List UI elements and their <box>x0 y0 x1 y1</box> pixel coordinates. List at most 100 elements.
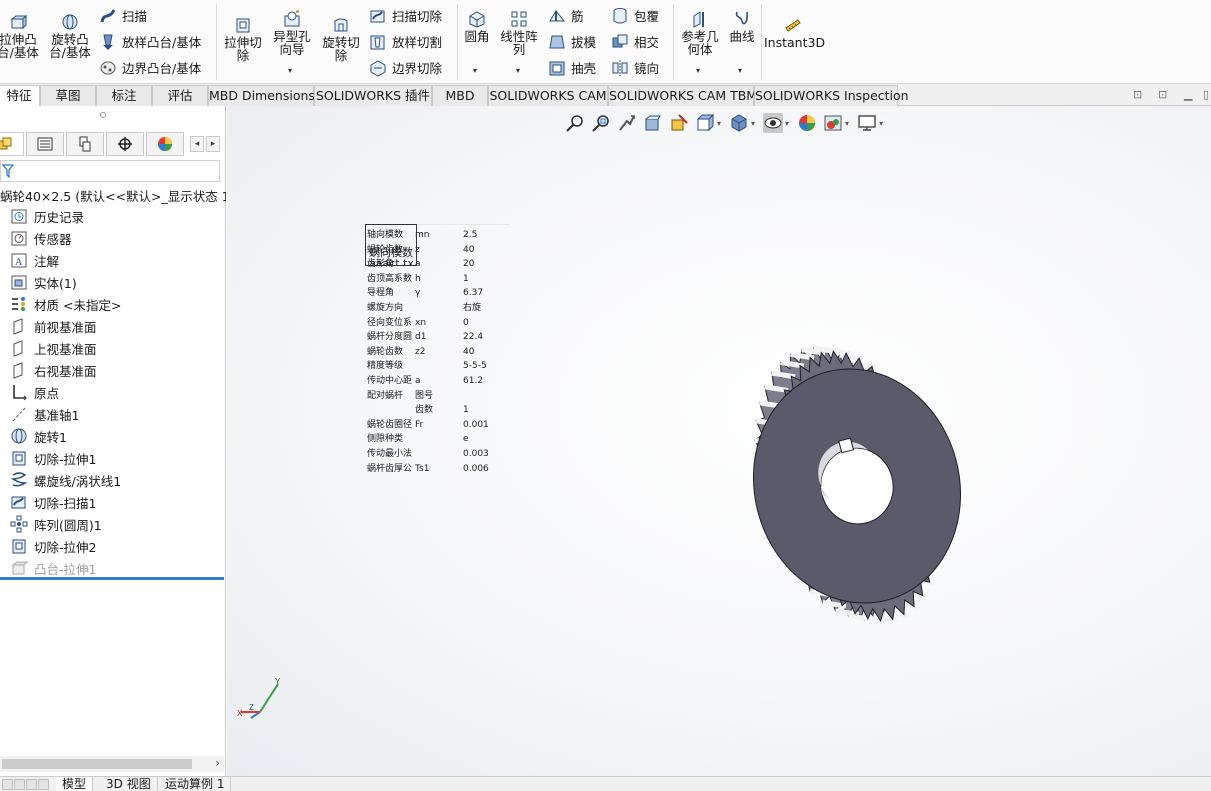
instant3d-button[interactable]: Instant3D <box>764 16 825 49</box>
ribbon-separator <box>216 4 217 80</box>
restore-right-icon[interactable]: ⊡ <box>1158 88 1167 101</box>
tree-item-label: 传感器 <box>34 231 72 247</box>
panel-tabs-scroll-left[interactable]: ◂ <box>190 136 204 152</box>
axis-icon <box>10 405 28 423</box>
tab-configuration-manager[interactable] <box>66 132 104 156</box>
wrap-icon <box>611 7 629 25</box>
tab-display-manager[interactable] <box>146 132 184 156</box>
tree-item[interactable]: 切除-拉伸2 <box>10 536 96 556</box>
extrude-boss-button[interactable]: 拉伸凸 台/基体 <box>0 13 42 59</box>
tab-mbd-dimensions[interactable]: MBD Dimensions <box>208 85 315 106</box>
loft-boss-button[interactable]: 放样凸台/基体 <box>99 32 201 52</box>
restore-left-icon[interactable]: ⊡ <box>1133 88 1142 101</box>
panel-grip-icon[interactable] <box>100 112 106 118</box>
tree-item[interactable]: 上视基准面 <box>10 338 97 358</box>
curves-label: 曲线 <box>729 29 755 44</box>
tree-filter-bar[interactable] <box>0 160 220 182</box>
extrude-cut-button[interactable]: 拉伸切 除 <box>220 16 266 62</box>
wrap-button[interactable]: 包覆 <box>611 6 659 26</box>
boundary-cut-button[interactable]: 边界切除 <box>369 58 442 78</box>
tab-solidworks-addins[interactable]: SOLIDWORKS 插件 <box>314 85 432 106</box>
tab-mbd[interactable]: MBD <box>432 85 488 106</box>
tree-item[interactable]: 传感器 <box>10 228 72 248</box>
rib-button[interactable]: 筋 <box>548 6 584 26</box>
worm-gear-model[interactable] <box>227 106 1211 776</box>
tab-evaluate[interactable]: 评估 <box>152 85 208 106</box>
tab-sketch[interactable]: 草图 <box>40 85 96 106</box>
bottom-nav-prev[interactable] <box>14 779 25 790</box>
intersect-button[interactable]: 相交 <box>611 32 659 52</box>
tab-features[interactable]: 特征 <box>0 85 40 106</box>
minimize-icon[interactable]: ▁ <box>1184 88 1192 101</box>
fillet-dropdown-icon[interactable]: ▾ <box>473 66 477 75</box>
tree-item[interactable]: A 注解 <box>10 250 59 270</box>
annotation-icon: A <box>10 251 28 269</box>
bottom-nav-first[interactable] <box>2 779 13 790</box>
tab-solidworks-inspection[interactable]: SOLIDWORKS Inspection <box>754 85 909 106</box>
tab-3d-views[interactable]: 3D 视图 <box>100 777 158 791</box>
tab-model[interactable]: 模型 <box>56 777 94 791</box>
history-icon <box>10 207 28 225</box>
tab-solidworks-cam[interactable]: SOLIDWORKS CAM <box>488 85 608 106</box>
tree-item[interactable]: 凸台-拉伸1 <box>10 558 96 578</box>
tree-item-label: 切除-拉伸1 <box>34 451 97 467</box>
tree-item[interactable]: 前视基准面 <box>10 316 97 336</box>
fillet-button[interactable]: 圆角 <box>459 10 495 43</box>
linear-pattern-dropdown-icon[interactable]: ▾ <box>516 66 520 75</box>
scroll-right-icon[interactable]: › <box>215 756 220 770</box>
reference-geometry-dropdown-icon[interactable]: ▾ <box>696 66 700 75</box>
panel-tabs-scroll-right[interactable]: ▸ <box>206 136 220 152</box>
curves-icon <box>733 10 751 28</box>
instant3d-icon <box>784 16 802 34</box>
panel-horizontal-scrollbar[interactable]: › <box>0 756 224 772</box>
graphics-area[interactable]: ▾ ▾ ▾ ▾ ▾ 轴向模数 mn 2.5 蜗轮齿数 z 40 齿形角 a 20 齿顶高系数 h 1 导… <box>227 106 1211 776</box>
loft-cut-button[interactable]: 放样切割 <box>369 32 442 52</box>
solid-bodies-icon <box>10 273 28 291</box>
tree-item[interactable]: 原点 <box>10 382 59 402</box>
shell-button[interactable]: 抽壳 <box>548 58 596 78</box>
bottom-nav-next[interactable] <box>26 779 37 790</box>
linear-pattern-label: 线性阵 列 <box>500 29 538 57</box>
tab-solidworks-cam-tbm[interactable]: SOLIDWORKS CAM TBM <box>608 85 757 106</box>
tree-item[interactable]: 阵列(圆周)1 <box>10 514 102 534</box>
revolve-cut-button[interactable]: 旋转切 除 <box>318 16 364 62</box>
tree-item[interactable]: 右视基准面 <box>10 360 97 380</box>
tab-property-manager[interactable] <box>26 132 64 156</box>
tree-root-part[interactable]: 蜗轮40×2.5 (默认<<默认>_显示状态 1 <box>0 185 226 205</box>
tab-motion-study-1[interactable]: 运动算例 1 <box>159 777 232 791</box>
sweep-button[interactable]: 扫描 <box>99 6 147 26</box>
reference-geometry-button[interactable]: 参考几 何体 <box>677 10 723 56</box>
intersect-label: 相交 <box>634 34 660 50</box>
tree-item[interactable]: 切除-扫描1 <box>10 492 96 512</box>
origin-icon <box>10 383 28 401</box>
rollback-bar[interactable] <box>0 577 224 580</box>
tree-item[interactable]: 切除-拉伸1 <box>10 448 96 468</box>
tree-item[interactable]: 基准轴1 <box>10 404 79 424</box>
close-icon[interactable]: ▯ <box>1203 88 1209 101</box>
tab-feature-manager[interactable] <box>0 132 24 156</box>
revolve-cut-icon <box>332 16 350 34</box>
ribbon-separator <box>673 4 674 80</box>
hole-wizard-dropdown-icon[interactable]: ▾ <box>288 66 292 75</box>
wrap-label: 包覆 <box>634 8 660 24</box>
tab-markup[interactable]: 标注 <box>96 85 152 106</box>
tree-item[interactable]: 材质 <未指定> <box>10 294 121 314</box>
tree-item[interactable]: 螺旋线/涡状线1 <box>10 470 121 490</box>
curves-dropdown-icon[interactable]: ▾ <box>738 66 742 75</box>
tree-item[interactable]: 实体(1) <box>10 272 77 292</box>
sweep-cut-button[interactable]: 扫描切除 <box>369 6 442 26</box>
extrude-cut-icon <box>234 16 252 34</box>
loft-icon <box>99 33 117 51</box>
curves-button[interactable]: 曲线 <box>724 10 760 43</box>
bottom-nav-last[interactable] <box>38 779 49 790</box>
tree-item[interactable]: 历史记录 <box>10 206 84 226</box>
mirror-button[interactable]: 镜向 <box>611 58 659 78</box>
linear-pattern-button[interactable]: 线性阵 列 <box>497 10 541 56</box>
scrollbar-thumb[interactable] <box>2 759 192 769</box>
draft-button[interactable]: 拔模 <box>548 32 596 52</box>
revolve-boss-button[interactable]: 旋转凸 台/基体 <box>46 13 94 59</box>
boundary-boss-button[interactable]: 边界凸台/基体 <box>99 58 201 78</box>
tab-dimxpert-manager[interactable] <box>106 132 144 156</box>
tree-item[interactable]: 旋转1 <box>10 426 67 446</box>
hole-wizard-button[interactable]: 异型孔 向导 <box>269 10 315 56</box>
